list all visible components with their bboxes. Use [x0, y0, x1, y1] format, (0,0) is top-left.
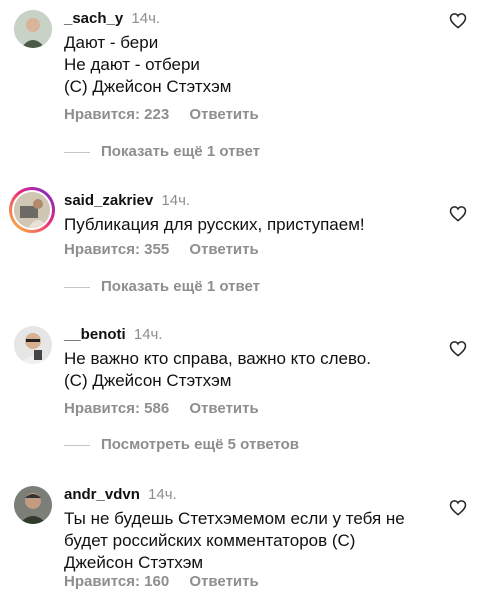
comment-item: andr_vdvn 14ч. Ты не будешь Стетхэмемом …: [0, 486, 494, 596]
comment-actions: Нравится: 355 Ответить: [64, 241, 259, 259]
replies-divider: [64, 287, 90, 288]
view-replies-button[interactable]: Показать ещё 1 ответ: [64, 143, 364, 161]
username[interactable]: _sach_y: [64, 10, 123, 27]
replies-divider: [64, 445, 90, 446]
username[interactable]: said_zakriev: [64, 192, 153, 209]
like-count[interactable]: Нравится: 586: [64, 400, 169, 418]
comment-text: Дают - бери Не дают - отбери (С) Джейсон…: [64, 32, 424, 98]
reply-button[interactable]: Ответить: [189, 241, 258, 259]
comment-line: Не важно кто справа, важно кто слево.: [64, 349, 371, 368]
comment-actions: Нравится: 586 Ответить: [64, 400, 259, 418]
comment-line: Джейсон Стэтхэм: [64, 553, 204, 572]
like-count[interactable]: Нравится: 160: [64, 573, 169, 591]
timestamp: 14ч.: [148, 486, 177, 503]
comment-item: said_zakriev 14ч. Публикация для русских…: [0, 187, 494, 302]
avatar[interactable]: [14, 486, 52, 524]
view-replies-label: Посмотреть ещё 5 ответов: [101, 436, 300, 453]
username[interactable]: andr_vdvn: [64, 486, 140, 503]
view-replies-label: Показать ещё 1 ответ: [101, 278, 260, 295]
comment-header: _sach_y 14ч.: [64, 10, 160, 28]
comment-line: (С) Джейсон Стэтхэм: [64, 371, 232, 390]
comment-line: (С) Джейсон Стэтхэм: [64, 77, 232, 96]
comment-line: Не дают - отбери: [64, 55, 200, 74]
username[interactable]: __benoti: [64, 326, 126, 343]
timestamp: 14ч.: [161, 192, 191, 209]
heart-outline-icon[interactable]: [449, 340, 467, 357]
comment-text: Не важно кто справа, важно кто слево. (С…: [64, 348, 424, 392]
reply-button[interactable]: Ответить: [189, 573, 258, 591]
comment-actions: Нравится: 223 Ответить: [64, 106, 259, 124]
reply-button[interactable]: Ответить: [189, 106, 258, 124]
comment-header: __benoti 14ч.: [64, 326, 163, 344]
like-count[interactable]: Нравится: 223: [64, 106, 169, 124]
timestamp: 14ч.: [131, 10, 161, 27]
view-replies-button[interactable]: Посмотреть ещё 5 ответов: [64, 436, 364, 454]
like-count[interactable]: Нравится: 355: [64, 241, 169, 259]
comment-header: said_zakriev 14ч.: [64, 192, 190, 210]
view-replies-button[interactable]: Показать ещё 1 ответ: [64, 278, 364, 296]
comment-line: будет российских комментаторов (С): [64, 531, 356, 550]
comment-item: _sach_y 14ч. Дают - бери Не дают - отбер…: [0, 10, 494, 160]
avatar-with-story-ring[interactable]: [9, 187, 55, 233]
heart-outline-icon[interactable]: [449, 499, 467, 516]
avatar[interactable]: [14, 10, 52, 48]
comment-line: Публикация для русских, приступаем!: [64, 215, 365, 234]
comment-text: Ты не будешь Стетхэмемом если у тебя не …: [64, 508, 424, 574]
heart-outline-icon[interactable]: [449, 205, 467, 222]
comment-actions: Нравится: 160 Ответить: [64, 573, 259, 591]
comment-item: __benoti 14ч. Не важно кто справа, важно…: [0, 326, 494, 456]
avatar[interactable]: [14, 326, 52, 364]
heart-outline-icon[interactable]: [449, 12, 467, 29]
comment-line: Ты не будешь Стетхэмемом если у тебя не: [64, 509, 405, 528]
reply-button[interactable]: Ответить: [189, 400, 258, 418]
comment-text: Публикация для русских, приступаем!: [64, 214, 424, 236]
view-replies-label: Показать ещё 1 ответ: [101, 143, 260, 160]
comment-line: Дают - бери: [64, 33, 159, 52]
comment-header: andr_vdvn 14ч.: [64, 486, 177, 504]
replies-divider: [64, 152, 90, 153]
timestamp: 14ч.: [133, 326, 163, 343]
